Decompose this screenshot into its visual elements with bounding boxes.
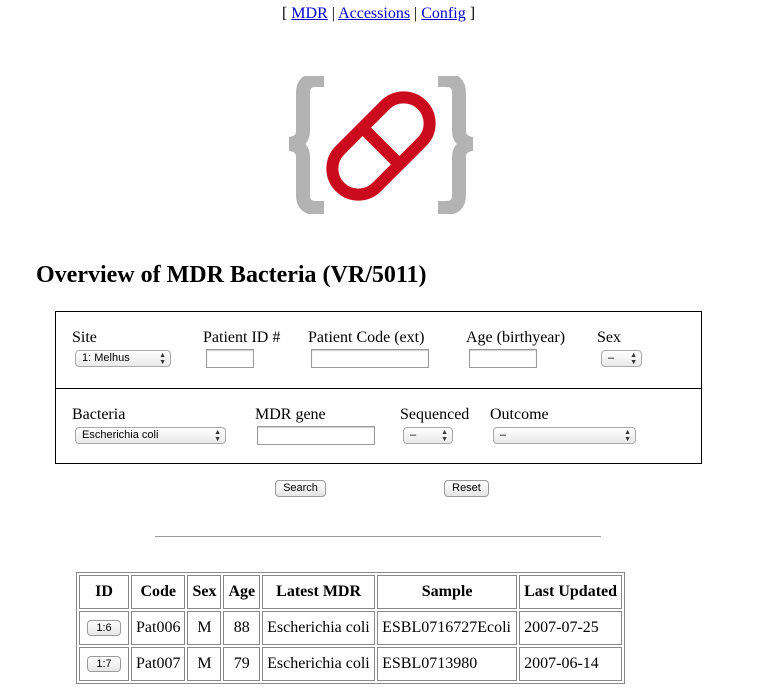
table-row: 1:7 Pat007 M 79 Escherichia coli ESBL071… xyxy=(79,647,623,681)
right-brace-icon xyxy=(438,76,474,214)
patient-id-button[interactable]: 1:6 xyxy=(87,620,121,637)
mdr-gene-input[interactable] xyxy=(257,426,375,445)
bacteria-select[interactable]: Escherichia coli ▲ ▼ xyxy=(75,427,226,444)
age-cell: 88 xyxy=(223,611,261,645)
column-header-id: ID xyxy=(79,575,129,609)
latest-mdr-cell: Escherichia coli xyxy=(262,611,376,645)
age-input[interactable] xyxy=(469,349,537,368)
bacteria-select-value: Escherichia coli xyxy=(82,429,159,441)
top-navigation: [ MDR | Accessions | Config ] xyxy=(0,5,757,23)
sex-cell: M xyxy=(187,647,222,681)
age-label: Age (birthyear) xyxy=(466,329,566,346)
column-header-code: Code xyxy=(131,575,186,609)
pill-in-braces-logo xyxy=(288,76,474,214)
site-select-value: 1: Melhus xyxy=(82,352,130,364)
site-label: Site xyxy=(72,329,97,346)
outcome-select[interactable]: – ▲ ▼ xyxy=(493,427,636,444)
column-header-sample: Sample xyxy=(377,575,518,609)
results-table: ID Code Sex Age Latest MDR Sample Last U… xyxy=(76,572,626,684)
nav-separator: | xyxy=(414,5,418,22)
latest-mdr-cell: Escherichia coli xyxy=(262,647,376,681)
patient-code-input[interactable] xyxy=(311,349,429,368)
age-cell: 79 xyxy=(223,647,261,681)
sex-cell: M xyxy=(187,611,222,645)
page-title: Overview of MDR Bacteria (VR/5011) xyxy=(36,262,427,288)
horizontal-rule xyxy=(155,536,601,537)
sample-cell: ESBL0716727Ecoli xyxy=(377,611,518,645)
outcome-select-value: – xyxy=(500,429,507,441)
code-cell: Pat006 xyxy=(131,611,186,645)
table-header-row: ID Code Sex Age Latest MDR Sample Last U… xyxy=(79,575,623,609)
id-cell: 1:6 xyxy=(79,611,129,645)
last-updated-cell: 2007-06-14 xyxy=(519,647,623,681)
select-arrows-icon: ▲ ▼ xyxy=(159,352,166,366)
sequenced-select-value: – xyxy=(410,429,417,441)
left-brace-icon xyxy=(288,76,324,214)
bacteria-label: Bacteria xyxy=(72,406,126,423)
filter-panel: Site 1: Melhus ▲ ▼ Patient ID # Patient C… xyxy=(55,311,702,464)
column-header-age: Age xyxy=(223,575,261,609)
column-header-last-updated: Last Updated xyxy=(519,575,623,609)
select-arrows-icon: ▲ ▼ xyxy=(630,352,637,366)
sex-select-value: – xyxy=(608,352,615,364)
column-header-sex: Sex xyxy=(187,575,222,609)
patient-id-input[interactable] xyxy=(206,349,254,368)
column-header-latest-mdr: Latest MDR xyxy=(262,575,376,609)
site-select[interactable]: 1: Melhus ▲ ▼ xyxy=(75,350,171,367)
pill-icon xyxy=(326,91,436,201)
nav-link-mdr[interactable]: MDR xyxy=(291,5,327,22)
sequenced-select[interactable]: – ▲ ▼ xyxy=(403,427,453,444)
filter-divider xyxy=(56,388,701,389)
mdr-gene-label: MDR gene xyxy=(255,406,326,423)
outcome-label: Outcome xyxy=(490,406,549,423)
sample-cell: ESBL0713980 xyxy=(377,647,518,681)
nav-close-bracket: ] xyxy=(469,5,476,22)
nav-link-accessions[interactable]: Accessions xyxy=(338,5,410,22)
nav-link-config[interactable]: Config xyxy=(421,5,465,22)
patient-id-label: Patient ID # xyxy=(203,329,281,346)
nav-open-bracket: [ xyxy=(281,5,288,22)
patient-id-button[interactable]: 1:7 xyxy=(87,656,121,673)
code-cell: Pat007 xyxy=(131,647,186,681)
sequenced-label: Sequenced xyxy=(400,406,470,423)
select-arrows-icon: ▲ ▼ xyxy=(441,429,448,443)
nav-separator: | xyxy=(331,5,335,22)
reset-button[interactable]: Reset xyxy=(444,480,489,497)
select-arrows-icon: ▲ ▼ xyxy=(214,429,221,443)
last-updated-cell: 2007-07-25 xyxy=(519,611,623,645)
sex-label: Sex xyxy=(597,329,621,346)
sex-select[interactable]: – ▲ ▼ xyxy=(601,350,642,367)
patient-code-label: Patient Code (ext) xyxy=(308,329,425,346)
table-row: 1:6 Pat006 M 88 Escherichia coli ESBL071… xyxy=(79,611,623,645)
id-cell: 1:7 xyxy=(79,647,129,681)
select-arrows-icon: ▲ ▼ xyxy=(624,429,631,443)
search-button[interactable]: Search xyxy=(275,480,326,497)
